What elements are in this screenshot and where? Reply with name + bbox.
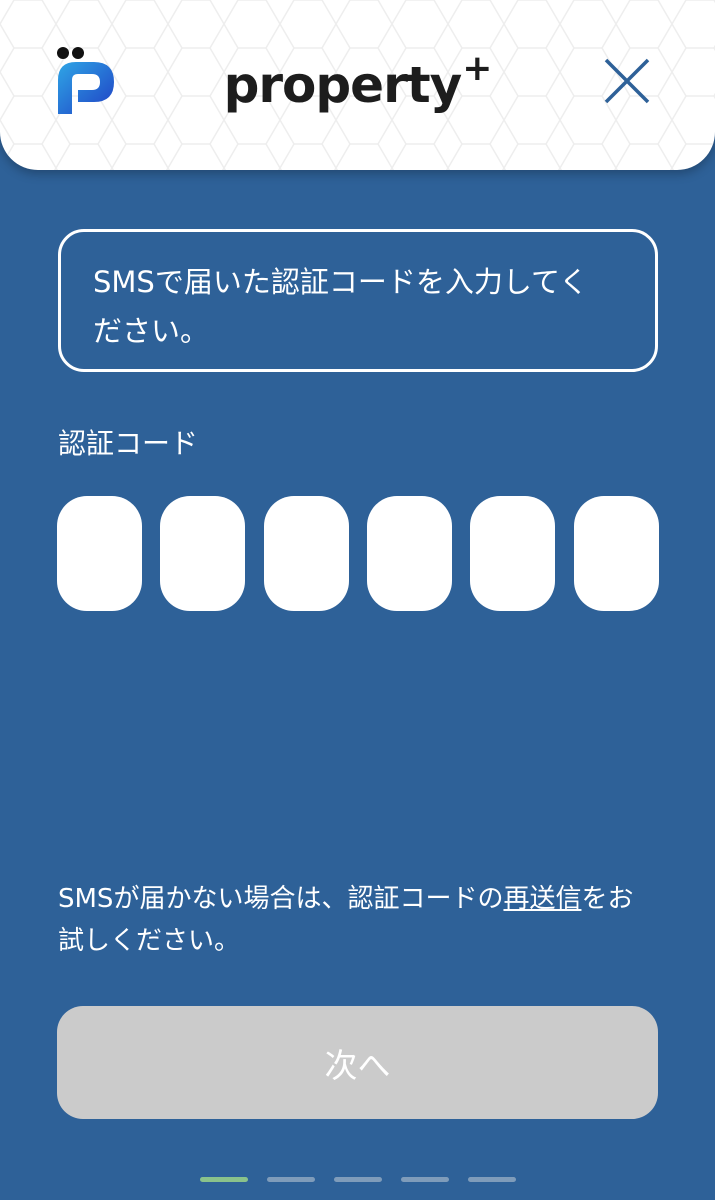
verification-code-label: 認証コード: [58, 427, 199, 460]
resend-help-text: SMSが届かない場合は、認証コードの再送信をお 試しください。: [58, 878, 668, 962]
help-text-before: SMSが届かない場合は、認証コードの: [58, 884, 504, 914]
code-digit-5[interactable]: [470, 496, 555, 611]
step-indicator-5: [468, 1177, 516, 1182]
code-digit-2[interactable]: [160, 496, 245, 611]
step-indicator-3: [334, 1177, 382, 1182]
verification-code-input-group: [57, 496, 659, 611]
code-digit-6[interactable]: [574, 496, 659, 611]
close-icon[interactable]: [596, 50, 658, 112]
help-text-after: をお: [581, 884, 634, 914]
notice-line-1: SMSで届いた認証コードを入力してく: [93, 265, 589, 299]
brand-name: property: [223, 56, 463, 114]
code-digit-1[interactable]: [57, 496, 142, 611]
app-header: property+: [0, 0, 715, 170]
help-text-line-2: 試しください。: [58, 926, 241, 956]
step-indicator-2: [267, 1177, 315, 1182]
step-indicator-1: [200, 1177, 248, 1182]
brand-plus: +: [462, 48, 492, 89]
step-progress-indicator: [200, 1177, 520, 1183]
code-digit-4[interactable]: [367, 496, 452, 611]
code-digit-3[interactable]: [264, 496, 349, 611]
instruction-notice: SMSで届いた認証コードを入力してく ださい。: [58, 229, 658, 372]
step-indicator-4: [401, 1177, 449, 1182]
notice-line-2: ださい。: [93, 314, 210, 348]
resend-link[interactable]: 再送信: [503, 884, 581, 914]
next-button[interactable]: 次へ: [57, 1006, 658, 1119]
